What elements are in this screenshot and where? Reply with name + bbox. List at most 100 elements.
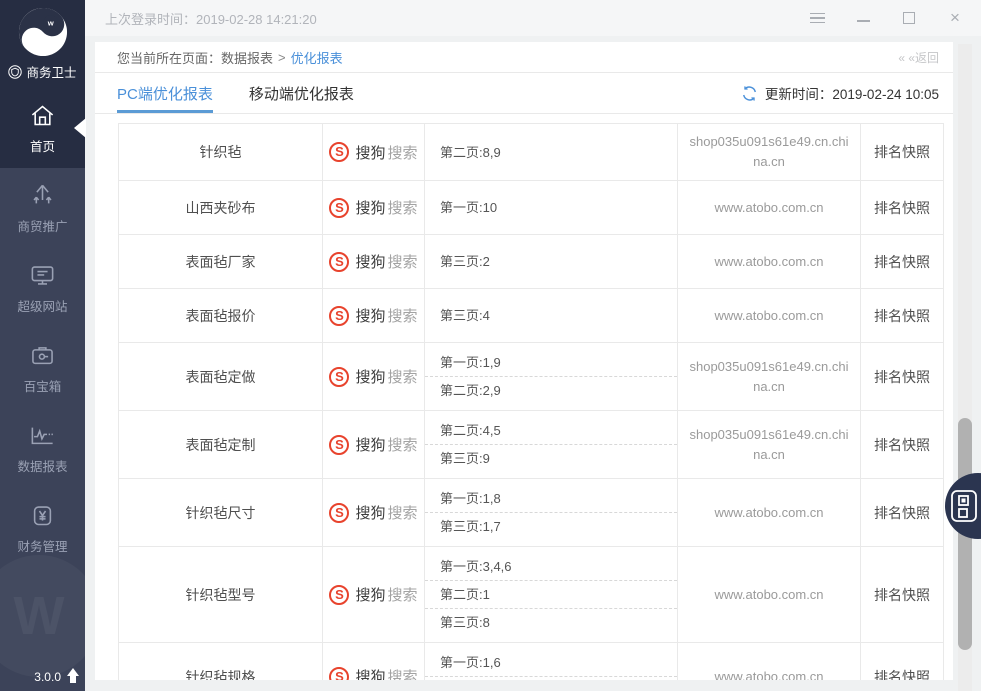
position-line: 第一页:1,6 bbox=[425, 649, 677, 676]
url-cell: www.atobo.com.cn bbox=[678, 643, 861, 680]
position-line: 第三页:8 bbox=[425, 608, 677, 636]
engine-cell: S 搜狗搜索 bbox=[323, 547, 425, 642]
version-row: 3.0.0 bbox=[34, 668, 80, 684]
table-row: 表面毡定做S搜狗搜索第一页:1,9第二页:2,9shop035u091s61e4… bbox=[119, 343, 943, 411]
upgrade-arrow-icon[interactable] bbox=[66, 668, 80, 684]
shield-watermark: W bbox=[0, 555, 100, 677]
qr-code-icon bbox=[949, 489, 979, 523]
engine-cell: S搜狗搜索 bbox=[323, 124, 425, 180]
rank-snapshot-button[interactable]: 排名快照 bbox=[874, 252, 930, 272]
finance-yen-icon bbox=[29, 502, 56, 529]
breadcrumb-current[interactable]: 优化报表 bbox=[291, 48, 343, 67]
refresh-area: 更新时间：2019-02-24 10:05 bbox=[741, 73, 939, 113]
sidebar-item-toolbox[interactable]: 百宝箱 bbox=[0, 328, 85, 408]
engine-name-secondary: 搜索 bbox=[388, 584, 418, 605]
engine-name: 搜狗 bbox=[355, 434, 385, 455]
engine-cell: S搜狗搜索 bbox=[323, 411, 425, 478]
brand-name: 商务卫士 bbox=[26, 62, 76, 81]
sogou-icon: S bbox=[329, 667, 349, 681]
positions-cell: 第一页:10 bbox=[425, 181, 678, 234]
position-line: 第二页:8,9 bbox=[425, 139, 677, 166]
table-row: 针织毡规格S搜狗搜索第一页:1,6第二页:2,7www.atobo.com.cn… bbox=[119, 643, 943, 680]
sidebar-item-label: 数据报表 bbox=[17, 456, 67, 475]
sogou-icon: S bbox=[329, 198, 349, 218]
keyword-cell: 表面毡定做 bbox=[119, 343, 323, 410]
tab-pc-report[interactable]: PC端优化报表 bbox=[117, 73, 213, 113]
position-line: 第三页:4 bbox=[425, 302, 677, 329]
minimize-icon[interactable] bbox=[855, 10, 871, 26]
window-controls: × bbox=[809, 10, 963, 26]
close-icon[interactable]: × bbox=[947, 10, 963, 26]
sogou-icon: S bbox=[329, 306, 349, 326]
positions-cell: 第一页:1,6第二页:2,7 bbox=[425, 643, 678, 680]
action-cell: 排名快照 bbox=[861, 124, 943, 180]
update-time-text: 更新时间：2019-02-24 10:05 bbox=[765, 83, 939, 103]
table-row: 表面毡报价S搜狗搜索第三页:4www.atobo.com.cn排名快照 bbox=[119, 289, 943, 343]
titlebar: 上次登录时间：2019-02-28 14:21:20 × bbox=[85, 0, 981, 36]
engine-name: 搜狗 bbox=[355, 305, 385, 326]
action-cell: 排名快照 bbox=[861, 181, 943, 234]
keyword-cell: 表面毡报价 bbox=[119, 289, 323, 342]
brand-row: 商务卫士 bbox=[8, 62, 76, 81]
action-cell: 排名快照 bbox=[861, 411, 943, 478]
action-cell: 排名快照 bbox=[861, 343, 943, 410]
engine-name-secondary: 搜索 bbox=[388, 434, 418, 455]
positions-cell: 第二页:4,5第三页:9 bbox=[425, 411, 678, 478]
sogou-icon: S bbox=[329, 585, 349, 605]
url-cell: shop035u091s61e49.cn.china.cn bbox=[678, 411, 861, 478]
maximize-icon[interactable] bbox=[901, 10, 917, 26]
sidebar-item-label: 财务管理 bbox=[17, 536, 67, 555]
scrollbar-track[interactable] bbox=[958, 44, 972, 691]
table-row: 针织毡S搜狗搜索第二页:8,9shop035u091s61e49.cn.chin… bbox=[119, 124, 943, 181]
sidebar-item-home[interactable]: 首页 bbox=[0, 88, 85, 168]
position-line: 第二页:4,5 bbox=[425, 417, 677, 444]
rank-snapshot-button[interactable]: 排名快照 bbox=[874, 435, 930, 455]
tab-mobile-report[interactable]: 移动端优化报表 bbox=[249, 73, 354, 113]
main-panel: 您当前所在页面：数据报表 > 优化报表 « «返回 PC端优化报表 移动端优化报… bbox=[95, 42, 953, 680]
rank-snapshot-button[interactable]: 排名快照 bbox=[874, 142, 930, 162]
rank-snapshot-button[interactable]: 排名快照 bbox=[874, 585, 930, 605]
position-line: 第一页:10 bbox=[425, 194, 677, 221]
action-cell: 排名快照 bbox=[861, 479, 943, 546]
engine-name-secondary: 搜索 bbox=[388, 666, 418, 680]
rank-snapshot-button[interactable]: 排名快照 bbox=[874, 306, 930, 326]
sidebar: w 商务卫士 首页 商贸推广 超级网站 bbox=[0, 0, 85, 691]
positions-cell: 第一页:3,4,6第二页:1第三页:8 bbox=[425, 547, 678, 642]
menu-icon[interactable] bbox=[809, 10, 825, 26]
rank-snapshot-button[interactable]: 排名快照 bbox=[874, 198, 930, 218]
keyword-cell: 针织毡型号 bbox=[119, 547, 323, 642]
positions-cell: 第三页:4 bbox=[425, 289, 678, 342]
keyword-cell: 表面毡定制 bbox=[119, 411, 323, 478]
back-link[interactable]: « «返回 bbox=[898, 49, 939, 66]
sidebar-item-website[interactable]: 超级网站 bbox=[0, 248, 85, 328]
engine-name: 搜狗 bbox=[355, 584, 385, 605]
report-table-body: 针织毡S搜狗搜索第二页:8,9shop035u091s61e49.cn.chin… bbox=[119, 124, 943, 680]
position-line: 第一页:1,8 bbox=[425, 485, 677, 512]
sidebar-item-reports[interactable]: 数据报表 bbox=[0, 408, 85, 488]
sidebar-item-label: 百宝箱 bbox=[24, 376, 62, 395]
position-line: 第二页:1 bbox=[425, 580, 677, 608]
refresh-icon[interactable] bbox=[741, 85, 758, 102]
rank-snapshot-button[interactable]: 排名快照 bbox=[874, 667, 930, 681]
engine-name: 搜狗 bbox=[355, 366, 385, 387]
sidebar-item-promotion[interactable]: 商贸推广 bbox=[0, 168, 85, 248]
positions-cell: 第二页:8,9 bbox=[425, 124, 678, 180]
logo-letter: w bbox=[46, 18, 53, 27]
engine-name: 搜狗 bbox=[355, 666, 385, 680]
rank-snapshot-button[interactable]: 排名快照 bbox=[874, 503, 930, 523]
engine-name: 搜狗 bbox=[355, 251, 385, 272]
toolbox-icon bbox=[29, 342, 56, 369]
url-cell: www.atobo.com.cn bbox=[678, 235, 861, 288]
engine-cell: S搜狗搜索 bbox=[323, 181, 425, 234]
position-line: 第一页:3,4,6 bbox=[425, 553, 677, 580]
position-line: 第一页:1,9 bbox=[425, 349, 677, 376]
positions-cell: 第一页:1,8第三页:1,7 bbox=[425, 479, 678, 546]
rank-snapshot-button[interactable]: 排名快照 bbox=[874, 367, 930, 387]
positions-cell: 第三页:2 bbox=[425, 235, 678, 288]
sogou-icon: S bbox=[329, 367, 349, 387]
engine-name-secondary: 搜索 bbox=[388, 251, 418, 272]
engine-name-secondary: 搜索 bbox=[388, 197, 418, 218]
keyword-cell: 针织毡 bbox=[119, 124, 323, 180]
breadcrumb-separator: > bbox=[278, 50, 286, 65]
sogou-icon: S bbox=[329, 503, 349, 523]
